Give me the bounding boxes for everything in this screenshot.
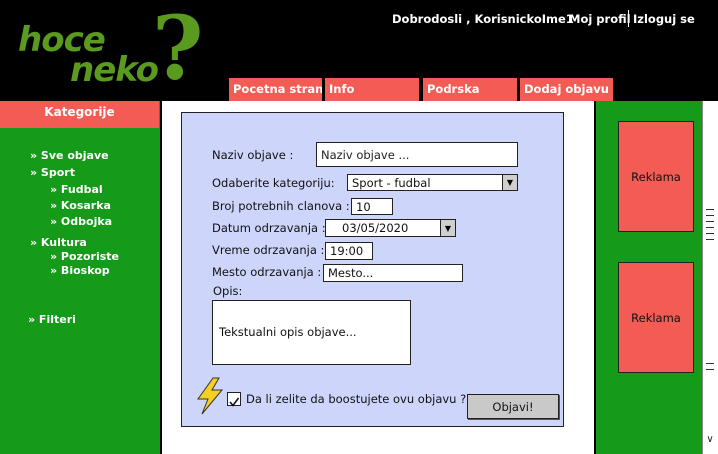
welcome-text: Dobrodosli , KorisnickoIme1 [392,12,574,26]
time-label: Vreme odrzavanja : [212,243,325,257]
boost-checkbox[interactable] [227,392,241,407]
filters-link[interactable]: » Filteri [28,313,76,326]
logo[interactable]: hoce neko ? [18,4,218,100]
category-select[interactable]: Sport - fudbal ▼ [347,174,518,191]
profile-link[interactable]: Moj profil [569,12,631,26]
nav-tab-add-post[interactable]: Dodaj objavu [519,78,613,101]
scroll-tick [706,221,714,222]
category-all-posts[interactable]: » Sve objave [30,149,109,162]
ad-banner-1[interactable]: Reklama [618,121,694,232]
scroll-tick [706,233,714,234]
ad-banner-2[interactable]: Reklama [618,262,694,373]
category-header: Kategorije [0,101,159,128]
chevron-down-icon[interactable]: ∨ [704,433,716,447]
category-volleyball[interactable]: » Odbojka [50,215,112,228]
scroll-tick [706,215,714,216]
category-football[interactable]: » Fudbal [50,183,103,196]
category-label: Odaberite kategoriju: [212,176,335,190]
category-culture[interactable]: » Kultura [30,236,87,249]
page-scrollbar[interactable]: ∨ [702,101,718,454]
scroll-tick [706,369,714,370]
category-cinema[interactable]: » Bioskop [50,264,110,277]
category-sport[interactable]: » Sport [30,166,75,179]
category-select-value: Sport - fudbal [352,176,431,190]
time-input[interactable]: 19:00 [325,242,373,260]
members-label: Broj potrebnih clanova : [212,199,350,213]
scroll-tick [706,239,714,240]
description-textarea[interactable]: Tekstualni opis objave... [212,300,411,365]
logo-word-2: neko [70,50,159,90]
category-basketball[interactable]: » Kosarka [50,199,111,212]
user-menu-divider [628,10,629,27]
title-label: Naziv objave : [212,148,294,162]
checkmark-icon [229,397,240,407]
date-picker[interactable]: 03/05/2020 ▼ [325,219,456,237]
place-input[interactable]: Mesto... [323,264,463,282]
scroll-tick [706,363,714,364]
triangle-down-icon: ▼ [440,220,455,236]
title-input[interactable]: Naziv objave ... [316,142,518,167]
category-theatre[interactable]: » Pozoriste [50,250,119,263]
place-label: Mesto odrzavanja : [212,265,322,279]
lightning-bolt-icon [195,377,225,415]
boost-label: Da li zelite da boostujete ovu objavu ? [246,392,467,406]
date-picker-value: 03/05/2020 [342,221,409,235]
logo-question-mark: ? [152,0,204,100]
nav-tab-home[interactable]: Pocetna strana [228,78,322,101]
scroll-tick [706,209,714,210]
submit-button[interactable]: Objavi! [467,394,559,419]
scroll-tick [706,227,714,228]
nav-tab-support[interactable]: Podrska [422,78,517,101]
date-label: Datum odrzavanja : [212,221,326,235]
triangle-down-icon: ▼ [502,175,517,190]
members-input[interactable]: 10 [351,198,393,215]
description-label: Opis: [213,284,243,298]
nav-tab-info[interactable]: Info [324,78,419,101]
logout-link[interactable]: Izloguj se [633,12,695,26]
